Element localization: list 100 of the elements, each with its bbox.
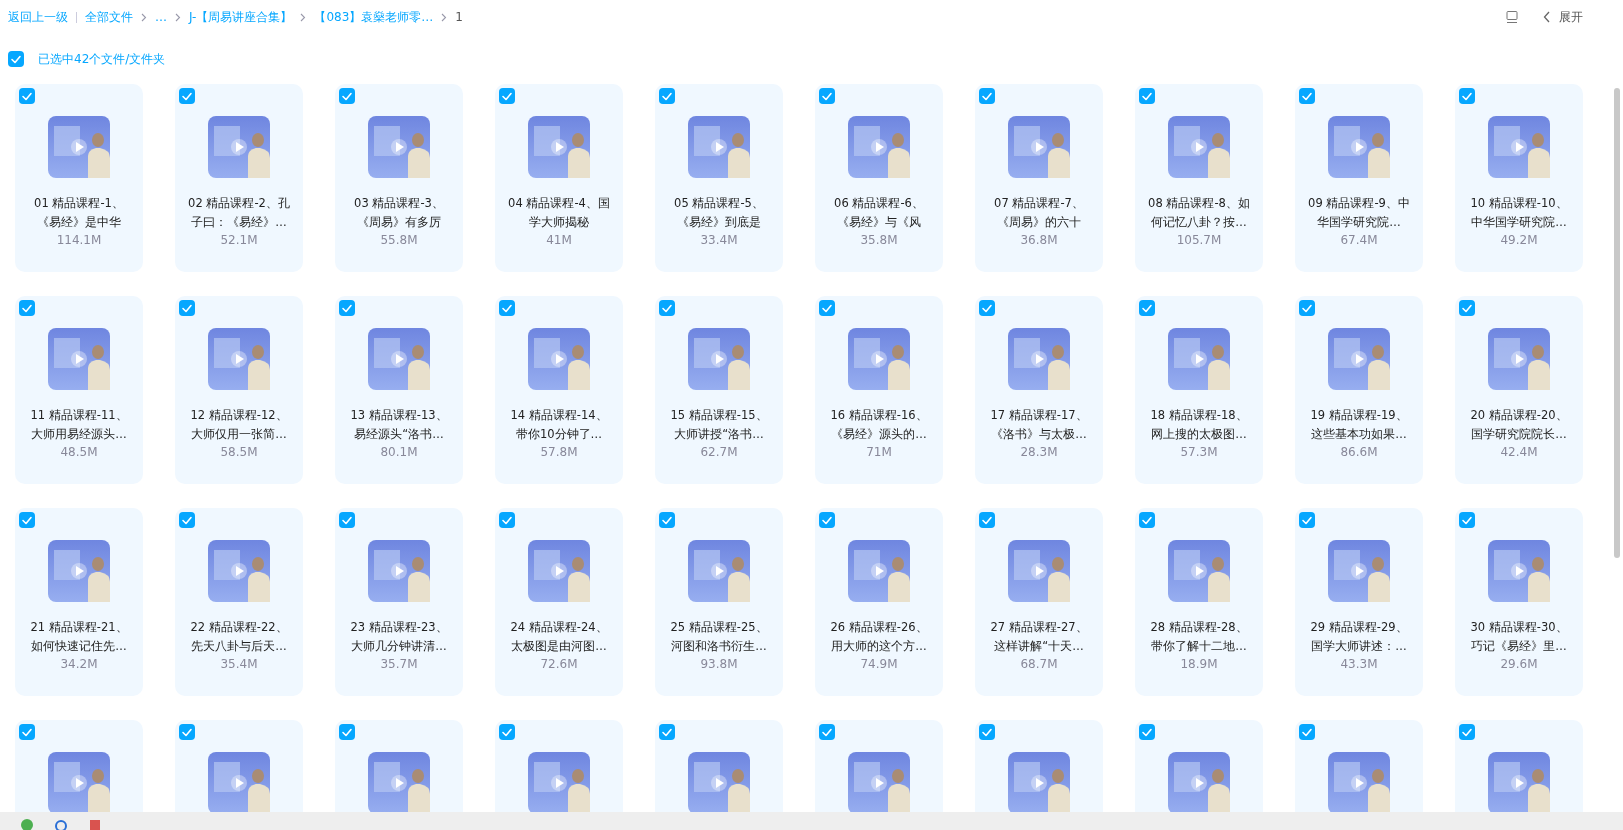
file-card[interactable]: 25 精品课程-25、河图和洛书衍生… 93.8M [655, 508, 783, 696]
scrollbar[interactable] [1614, 88, 1620, 558]
file-checkbox[interactable] [179, 512, 195, 528]
file-checkbox[interactable] [819, 512, 835, 528]
file-card[interactable]: 02 精品课程-2、孔子曰：《易经》… 52.1M [175, 84, 303, 272]
file-checkbox[interactable] [499, 512, 515, 528]
file-checkbox[interactable] [979, 512, 995, 528]
file-checkbox[interactable] [979, 88, 995, 104]
chevron-right-icon [441, 12, 448, 22]
file-checkbox[interactable] [1139, 300, 1155, 316]
file-card[interactable]: 20 精品课程-20、国学研究院院长… 42.4M [1455, 296, 1583, 484]
file-card[interactable]: 22 精品课程-22、先天八卦与后天… 35.4M [175, 508, 303, 696]
file-checkbox[interactable] [339, 88, 355, 104]
video-thumbnail [208, 752, 270, 812]
video-thumbnail [368, 116, 430, 178]
file-card[interactable]: 12 精品课程-12、大师仅用一张简… 58.5M [175, 296, 303, 484]
file-name: 08 精品课程-8、如何记忆八卦？按… [1147, 195, 1251, 231]
file-checkbox[interactable] [179, 300, 195, 316]
video-thumbnail [1168, 752, 1230, 812]
select-all-checkbox[interactable] [8, 51, 24, 67]
file-card[interactable]: 09 精品课程-9、中华国学研究院… 67.4M [1295, 84, 1423, 272]
file-checkbox[interactable] [339, 300, 355, 316]
file-checkbox[interactable] [1459, 300, 1475, 316]
file-card[interactable]: 03 精品课程-3、《周易》有多厉 55.8M [335, 84, 463, 272]
file-card[interactable]: 08 精品课程-8、如何记忆八卦？按… 105.7M [1135, 84, 1263, 272]
file-card[interactable]: 14 精品课程-14、带你10分钟了… 57.8M [495, 296, 623, 484]
file-card[interactable]: 05 精品课程-5、《易经》到底是 33.4M [655, 84, 783, 272]
file-checkbox[interactable] [659, 512, 675, 528]
file-size: 114.1M [56, 233, 102, 247]
video-thumbnail [1168, 540, 1230, 602]
file-card[interactable]: 07 精品课程-7、《周易》的六十 36.8M [975, 84, 1103, 272]
file-card[interactable]: 16 精品课程-16、《易经》源头的… 71M [815, 296, 943, 484]
file-checkbox[interactable] [19, 300, 35, 316]
file-size: 18.9M [1180, 657, 1218, 671]
file-checkbox[interactable] [1299, 300, 1315, 316]
file-card[interactable]: 01 精品课程-1、《易经》是中华 114.1M [15, 84, 143, 272]
panel-icon[interactable] [1505, 10, 1519, 24]
file-checkbox[interactable] [1299, 512, 1315, 528]
video-thumbnail [1488, 540, 1550, 602]
file-name: 23 精品课程-23、大师几分钟讲清… [349, 619, 449, 655]
file-name: 04 精品课程-4、国学大师揭秘 [507, 195, 611, 231]
chevron-left-icon[interactable] [1543, 11, 1551, 23]
file-checkbox[interactable] [179, 724, 195, 740]
file-name: 01 精品课程-1、《易经》是中华 [33, 195, 125, 231]
file-checkbox[interactable] [1139, 88, 1155, 104]
video-thumbnail [1168, 328, 1230, 390]
file-name: 17 精品课程-17、《洛书》与太极… [989, 407, 1089, 443]
file-checkbox[interactable] [819, 724, 835, 740]
video-thumbnail [1008, 328, 1070, 390]
file-checkbox[interactable] [819, 300, 835, 316]
file-size: 35.8M [860, 233, 898, 247]
file-checkbox[interactable] [499, 88, 515, 104]
file-card[interactable]: 06 精品课程-6、《易经》与《风 35.8M [815, 84, 943, 272]
file-card[interactable]: 21 精品课程-21、如何快速记住先… 34.2M [15, 508, 143, 696]
file-checkbox[interactable] [659, 88, 675, 104]
file-card[interactable]: 11 精品课程-11、大师用易经源头… 48.5M [15, 296, 143, 484]
file-size: 80.1M [380, 445, 418, 459]
file-checkbox[interactable] [979, 724, 995, 740]
file-checkbox[interactable] [179, 88, 195, 104]
file-checkbox[interactable] [819, 88, 835, 104]
video-thumbnail [688, 752, 750, 812]
file-size: 57.8M [540, 445, 578, 459]
file-checkbox[interactable] [659, 300, 675, 316]
file-card[interactable]: 28 精品课程-28、带你了解十二地… 18.9M [1135, 508, 1263, 696]
file-card[interactable]: 30 精品课程-30、巧记《易经》里… 29.6M [1455, 508, 1583, 696]
file-card[interactable]: 18 精品课程-18、网上搜的太极图… 57.3M [1135, 296, 1263, 484]
file-checkbox[interactable] [1299, 724, 1315, 740]
file-name: 07 精品课程-7、《周易》的六十 [993, 195, 1085, 231]
file-checkbox[interactable] [1459, 512, 1475, 528]
file-checkbox[interactable] [339, 512, 355, 528]
file-card[interactable]: 10 精品课程-10、中华国学研究院… 49.2M [1455, 84, 1583, 272]
file-card[interactable]: 24 精品课程-24、太极图是由河图… 72.6M [495, 508, 623, 696]
file-name: 18 精品课程-18、网上搜的太极图… [1149, 407, 1249, 443]
file-card[interactable]: 15 精品课程-15、大师讲授“洛书… 62.7M [655, 296, 783, 484]
file-checkbox[interactable] [1459, 88, 1475, 104]
app-icon[interactable] [20, 816, 34, 830]
file-checkbox[interactable] [1459, 724, 1475, 740]
file-card[interactable]: 27 精品课程-27、这样讲解“十天… 68.7M [975, 508, 1103, 696]
file-card[interactable]: 26 精品课程-26、用大师的这个方… 74.9M [815, 508, 943, 696]
file-checkbox[interactable] [979, 300, 995, 316]
file-checkbox[interactable] [19, 512, 35, 528]
file-card[interactable]: 17 精品课程-17、《洛书》与太极… 28.3M [975, 296, 1103, 484]
file-card[interactable]: 04 精品课程-4、国学大师揭秘 41M [495, 84, 623, 272]
file-checkbox[interactable] [1299, 88, 1315, 104]
file-checkbox[interactable] [339, 724, 355, 740]
file-checkbox[interactable] [19, 88, 35, 104]
file-checkbox[interactable] [19, 724, 35, 740]
file-checkbox[interactable] [1139, 512, 1155, 528]
video-thumbnail [208, 116, 270, 178]
file-card[interactable]: 29 精品课程-29、国学大师讲述：… 43.3M [1295, 508, 1423, 696]
file-card[interactable]: 23 精品课程-23、大师几分钟讲清… 35.7M [335, 508, 463, 696]
file-checkbox[interactable] [499, 300, 515, 316]
file-checkbox[interactable] [499, 724, 515, 740]
video-thumbnail [48, 540, 110, 602]
file-checkbox[interactable] [659, 724, 675, 740]
file-card[interactable]: 19 精品课程-19、这些基本功如果… 86.6M [1295, 296, 1423, 484]
file-card[interactable]: 13 精品课程-13、易经源头“洛书… 80.1M [335, 296, 463, 484]
file-checkbox[interactable] [1139, 724, 1155, 740]
expand-button[interactable]: 展开 [1559, 8, 1583, 26]
file-name: 10 精品课程-10、中华国学研究院… [1469, 195, 1569, 231]
